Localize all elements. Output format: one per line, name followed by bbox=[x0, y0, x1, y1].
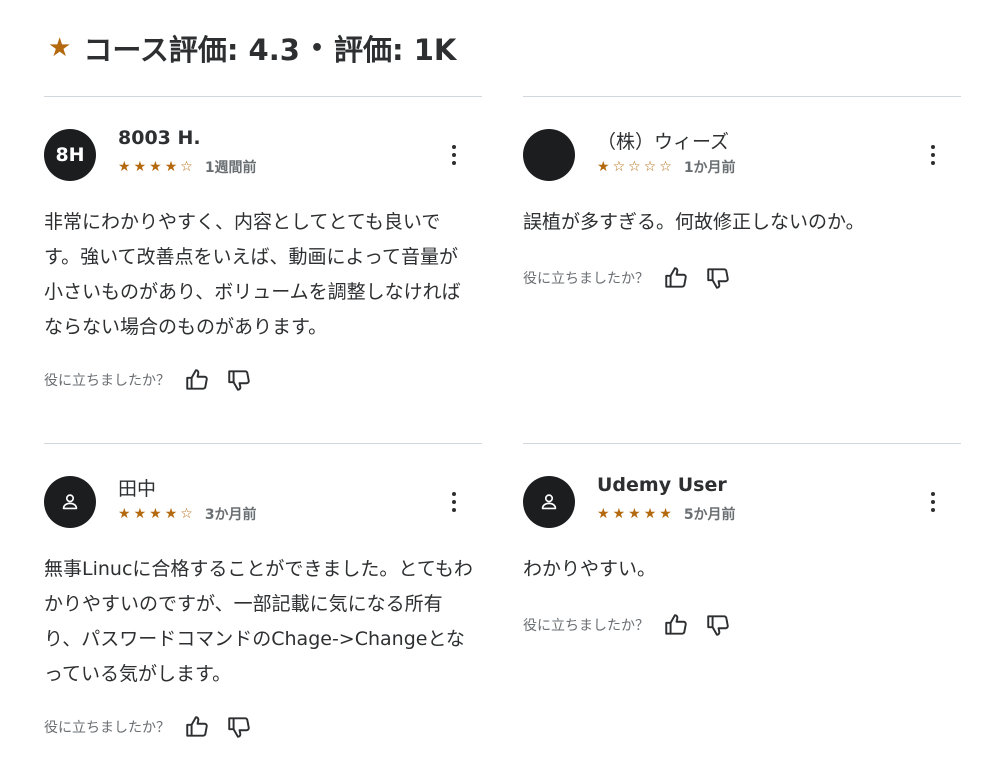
review-card: 田中 ★ ★ ★ ★ ☆ 3か月前 無事Linucに合格することができました。と… bbox=[44, 443, 482, 773]
star-icon: ☆ bbox=[180, 506, 193, 522]
star-icon: ☆ bbox=[659, 159, 672, 175]
star-icon: ★ bbox=[597, 506, 610, 522]
user-icon bbox=[541, 494, 557, 510]
rating-row: ★ ★ ★ ★ ☆ 3か月前 bbox=[118, 504, 257, 524]
star-rating: ★ ★ ★ ★ ☆ bbox=[118, 158, 193, 176]
review-card: 8H 8003 H. ★ ★ ★ ★ ☆ 1週間前 非常にわかりやすく、内容とし… bbox=[44, 96, 482, 426]
more-options-icon[interactable] bbox=[923, 490, 943, 514]
helpful-row: 役に立ちましたか？ bbox=[44, 714, 268, 740]
avatar bbox=[523, 129, 575, 181]
thumbs-down-icon[interactable] bbox=[705, 265, 731, 291]
star-icon: ★ bbox=[659, 506, 672, 522]
user-icon bbox=[62, 494, 78, 510]
helpful-label: 役に立ちましたか？ bbox=[523, 618, 649, 634]
helpful-row: 役に立ちましたか？ bbox=[523, 265, 747, 291]
star-icon: ☆ bbox=[628, 159, 641, 175]
star-rating: ★ ★ ★ ★ ☆ bbox=[118, 505, 193, 523]
thumbs-down-icon[interactable] bbox=[705, 612, 731, 638]
avatar bbox=[44, 476, 96, 528]
star-icon: ★ bbox=[643, 506, 657, 522]
star-icon: ★ bbox=[118, 506, 131, 522]
separator-dot: • bbox=[309, 35, 324, 61]
review-date: 1か月前 bbox=[683, 160, 736, 176]
thumbs-down-icon[interactable] bbox=[226, 367, 252, 393]
review-text: わかりやすい。 bbox=[523, 558, 657, 580]
rating-row: ★ ★ ★ ★ ★ 5か月前 bbox=[597, 504, 736, 524]
thumbs-up-icon[interactable] bbox=[663, 612, 689, 638]
more-options-icon[interactable] bbox=[923, 143, 943, 167]
star-rating: ★ ★ ★ ★ ★ bbox=[597, 505, 672, 523]
thumbs-up-icon[interactable] bbox=[663, 265, 689, 291]
thumbs-up-icon[interactable] bbox=[184, 714, 210, 740]
helpful-row: 役に立ちましたか？ bbox=[44, 367, 268, 393]
star-icon: ★ bbox=[48, 33, 72, 63]
star-icon: ★ bbox=[133, 506, 147, 522]
helpful-label: 役に立ちましたか？ bbox=[523, 271, 649, 287]
review-text: 無事Linucに合格することができました。とてもわかりやすいのですが、一部記載に… bbox=[44, 558, 473, 685]
helpful-row: 役に立ちましたか？ bbox=[523, 612, 747, 638]
review-text: 非常にわかりやすく、内容としてとても良いです。強いて改善点をいえば、動画によって… bbox=[44, 211, 461, 338]
star-icon: ★ bbox=[164, 506, 178, 522]
reviewer-name: 田中 bbox=[118, 478, 157, 500]
star-icon: ★ bbox=[133, 159, 147, 175]
reviewer-name: 8003 H. bbox=[118, 127, 201, 149]
review-date: 1週間前 bbox=[204, 160, 257, 176]
avatar-initials: 8H bbox=[55, 144, 85, 166]
course-rating-text: コース評価: 4.3 bbox=[83, 33, 300, 67]
helpful-label: 役に立ちましたか？ bbox=[44, 720, 170, 736]
star-icon: ★ bbox=[118, 159, 131, 175]
more-options-icon[interactable] bbox=[444, 143, 464, 167]
star-icon: ★ bbox=[149, 506, 162, 522]
rating-count-text: 評価: 1K bbox=[334, 33, 457, 67]
star-icon: ★ bbox=[628, 506, 641, 522]
star-icon: ★ bbox=[149, 159, 162, 175]
thumbs-down-icon[interactable] bbox=[226, 714, 252, 740]
more-options-icon[interactable] bbox=[444, 490, 464, 514]
review-date: 3か月前 bbox=[204, 507, 257, 523]
star-icon: ★ bbox=[612, 506, 626, 522]
reviewer-name: （株）ウィーズ bbox=[597, 131, 730, 153]
star-icon: ☆ bbox=[180, 159, 193, 175]
avatar: 8H bbox=[44, 129, 96, 181]
star-icon: ★ bbox=[597, 159, 610, 175]
reviewer-name: Udemy User bbox=[597, 474, 727, 496]
thumbs-up-icon[interactable] bbox=[184, 367, 210, 393]
review-card: （株）ウィーズ ★ ☆ ☆ ☆ ☆ 1か月前 誤植が多すぎる。何故修正しないのか… bbox=[523, 96, 961, 426]
star-rating: ★ ☆ ☆ ☆ ☆ bbox=[597, 158, 672, 176]
course-rating-header: ★ コース評価: 4.3 • 評価: 1K bbox=[48, 24, 456, 72]
rating-row: ★ ☆ ☆ ☆ ☆ 1か月前 bbox=[597, 157, 736, 177]
rating-row: ★ ★ ★ ★ ☆ 1週間前 bbox=[118, 157, 257, 177]
helpful-label: 役に立ちましたか？ bbox=[44, 373, 170, 389]
review-date: 5か月前 bbox=[683, 507, 736, 523]
star-icon: ★ bbox=[164, 159, 178, 175]
star-icon: ☆ bbox=[643, 159, 657, 175]
review-card: Udemy User ★ ★ ★ ★ ★ 5か月前 わかりやすい。 役に立ちまし… bbox=[523, 443, 961, 773]
star-icon: ☆ bbox=[612, 159, 626, 175]
avatar bbox=[523, 476, 575, 528]
review-text: 誤植が多すぎる。何故修正しないのか。 bbox=[523, 211, 865, 233]
